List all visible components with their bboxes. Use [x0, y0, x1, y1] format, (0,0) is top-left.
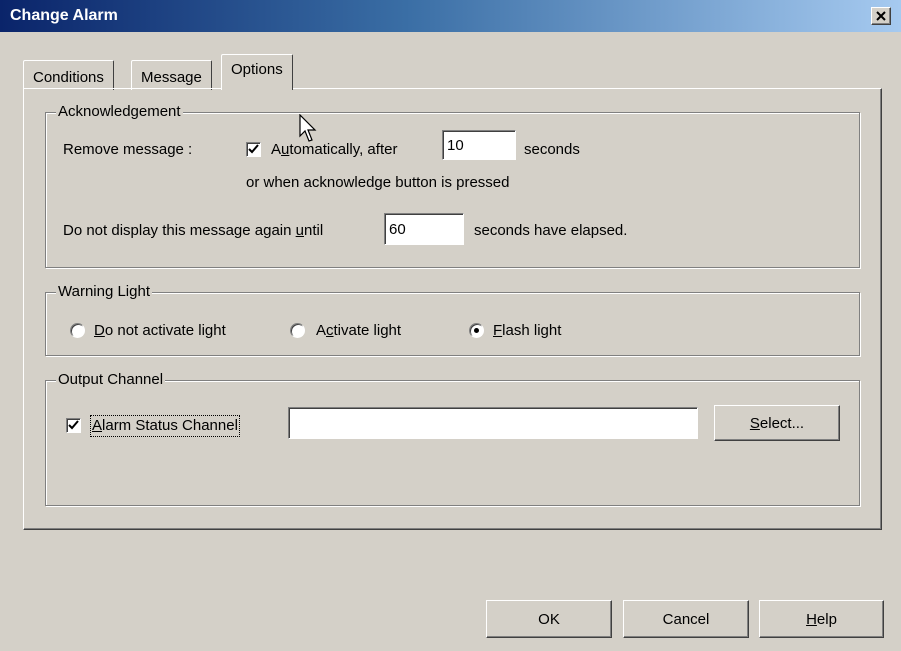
tab-options[interactable]: Options — [221, 54, 293, 90]
mouse-pointer-icon — [299, 114, 317, 142]
close-button[interactable] — [871, 7, 891, 25]
help-button[interactable]: Help — [759, 600, 884, 638]
alarm-status-channel-label[interactable]: Alarm Status Channel — [90, 415, 240, 437]
check-mark-icon — [68, 420, 79, 430]
repeat-label: Do not display this message again until — [63, 222, 324, 239]
options-tab-panel: Acknowledgement Remove message : Automat… — [23, 88, 882, 530]
tab-conditions[interactable]: Conditions — [23, 60, 114, 90]
help-button-label: Help — [806, 610, 837, 628]
elapsed-label: seconds have elapsed. — [474, 222, 628, 239]
cancel-button[interactable]: Cancel — [623, 600, 749, 638]
alarm-status-channel-checkbox[interactable] — [66, 418, 81, 433]
acknowledgement-group: Acknowledgement Remove message : Automat… — [45, 103, 860, 268]
do-not-activate-light-label[interactable]: Do not activate light — [94, 322, 226, 340]
radio-selected-dot — [474, 328, 479, 333]
select-button[interactable]: Select... — [714, 405, 840, 441]
select-button-label: Select... — [749, 414, 805, 432]
remove-message-label: Remove message : — [63, 141, 193, 158]
tab-label: Message — [141, 69, 202, 86]
group-legend: Output Channel — [56, 371, 166, 389]
activate-light-label[interactable]: Activate light — [316, 322, 401, 340]
acknowledge-note: or when acknowledge button is pressed — [246, 174, 510, 191]
seconds-label: seconds — [524, 141, 580, 158]
ok-button-label: OK — [538, 610, 560, 628]
channel-input[interactable] — [288, 407, 698, 439]
output-channel-group: Output Channel Alarm Status Channel Sele… — [45, 371, 860, 506]
ok-button[interactable]: OK — [486, 600, 612, 638]
flash-light-label[interactable]: Flash light — [493, 322, 561, 340]
tab-label: Conditions — [33, 69, 104, 86]
cancel-button-label: Cancel — [662, 610, 710, 628]
group-legend: Acknowledgement — [56, 103, 183, 121]
check-mark-icon — [248, 144, 259, 154]
warning-light-group: Warning Light Do not activate light Acti… — [45, 283, 860, 356]
change-alarm-dialog: Change Alarm Conditions Message Options … — [0, 0, 901, 651]
radio-do-not-activate-light[interactable] — [70, 323, 85, 338]
radio-activate-light[interactable] — [290, 323, 305, 338]
auto-remove-checkbox[interactable] — [246, 142, 261, 157]
tab-label: Options — [231, 61, 283, 78]
auto-seconds-input[interactable] — [442, 130, 516, 160]
group-legend: Warning Light — [56, 283, 152, 301]
title-bar[interactable]: Change Alarm — [0, 0, 901, 32]
tab-message[interactable]: Message — [131, 60, 212, 90]
repeat-seconds-input[interactable] — [384, 213, 464, 245]
auto-remove-label[interactable]: Automatically, after — [271, 141, 397, 159]
window-title: Change Alarm — [10, 7, 118, 24]
radio-flash-light[interactable] — [469, 323, 484, 338]
close-icon — [876, 11, 886, 21]
